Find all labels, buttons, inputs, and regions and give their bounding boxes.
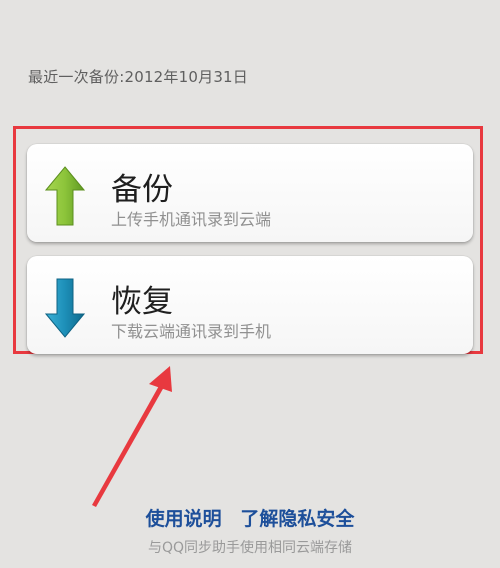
footer-note: 与QQ同步助手使用相同云端存储 [147,540,353,556]
usage-instructions-link[interactable]: 使用说明 [146,508,222,530]
annotation-arrow [92,366,172,507]
footer-links: 使用说明 了解隐私安全 [0,504,500,531]
privacy-security-link[interactable]: 了解隐私安全 [240,508,354,530]
app-screen: 最近一次备份:2012年10月31日 备份 上传手机通讯录到云端 恢复 下载云端… [0,0,500,568]
